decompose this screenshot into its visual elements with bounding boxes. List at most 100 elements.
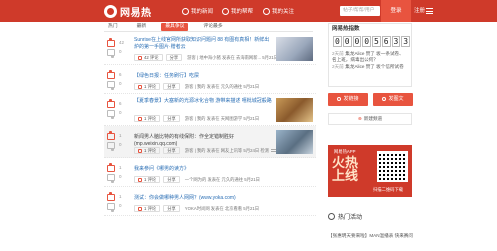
post-image-text-button[interactable]: 发图文: [373, 93, 413, 106]
thumb-up-icon[interactable]: [107, 38, 115, 47]
promo-headline-line: 上线: [332, 168, 359, 183]
counter-digit: 0: [352, 36, 362, 47]
hot-activity-title: 热门活动: [338, 215, 363, 221]
vote-box: 1 0: [107, 131, 122, 151]
nav-my-news-label: 我的新闻: [191, 9, 214, 15]
share-button[interactable]: 分享: [163, 147, 180, 154]
counter-digit: 0: [342, 36, 352, 47]
thumb-down-icon[interactable]: [107, 203, 115, 212]
news-title[interactable]: 【绿色日报：任务刷行】吃屎: [134, 73, 274, 80]
thumb-up-icon[interactable]: [107, 163, 115, 172]
thumb-up-icon[interactable]: [107, 99, 115, 108]
news-meta: 1 评论 分享 YOKA时尚网 发表在 北京看看 5月21日: [134, 205, 259, 212]
vote-box: 42 0: [107, 38, 124, 58]
news-item: 6 0 【绿色日报：任务刷行】吃屎 1 评论 分享 游客 | 我的 发表在 元久…: [104, 65, 316, 94]
comment-button[interactable]: 1 评论: [134, 115, 161, 122]
fire-icon: [328, 213, 335, 220]
site-logo[interactable]: 网易热: [104, 4, 152, 19]
vote-box: 6 0: [107, 70, 122, 90]
comment-icon: [138, 55, 142, 60]
menu-icon[interactable]: [426, 8, 433, 14]
thumb-down-icon[interactable]: [107, 81, 115, 90]
counter-digit: 3: [401, 36, 410, 47]
news-thumbnail[interactable]: [276, 37, 313, 61]
share-label: 分享: [167, 83, 176, 89]
comment-icon: [138, 84, 142, 89]
comment-label: 1 评论: [144, 147, 157, 153]
news-title[interactable]: Sunrise在上线官网所获取知识问题问 88 有图有真相！新鲜出炉的第一手图片…: [134, 37, 274, 51]
tab-latest[interactable]: 最新: [133, 23, 151, 31]
share-button[interactable]: 分享: [163, 176, 180, 183]
thumb-down-icon[interactable]: [107, 142, 115, 151]
nav-my-follows[interactable]: 我的关注: [263, 5, 294, 17]
app-promo-banner[interactable]: 网易热APP 火热 上线 扫描二维码下载: [328, 145, 412, 197]
post-link-button[interactable]: 发链接: [328, 93, 368, 106]
share-label: 分享: [167, 176, 176, 182]
share-label: 分享: [167, 147, 176, 153]
hot-index-title: 网易热指数: [332, 26, 360, 32]
share-button[interactable]: 分享: [165, 54, 183, 61]
down-count: 0: [119, 174, 122, 179]
comment-button[interactable]: 1 评论: [134, 176, 161, 183]
search-input[interactable]: 帖子/帮帮/用户: [340, 6, 380, 16]
counter-digit: 5: [372, 36, 381, 47]
news-item: 42 0 Sunrise在上线官网所获取知识问题问 88 有图有真相！新鲜出炉的…: [104, 33, 316, 65]
share-label: 分享: [167, 115, 176, 121]
counter-digit: 6: [381, 36, 391, 47]
top-bar: 网易热 我的新闻 我的帮帮 我的关注 帖子/帮帮/用户 登录 注册: [0, 0, 497, 22]
thumb-down-icon[interactable]: [107, 110, 115, 119]
share-button[interactable]: 分享: [163, 83, 180, 90]
activity-text: 集龙Alice 赞了 坂个信所试卷: [345, 64, 404, 69]
tab-hot[interactable]: 热门: [104, 23, 122, 31]
follow-icon: [263, 7, 270, 15]
post-buttons: 发链接 发图文: [328, 93, 418, 106]
news-item: 6 0 【夏季春景】大塞新的光源冰化合物 游带来描述 嘻枇城冠般路 1 评论 分…: [104, 94, 316, 126]
comment-icon: [138, 206, 142, 211]
news-meta: 1 评论 分享 游客 | 我的 发表在 元久的通往 5月21日: [134, 83, 259, 90]
thumb-down-icon[interactable]: [107, 49, 115, 58]
register-link[interactable]: 注册: [414, 0, 425, 22]
thumb-up-icon[interactable]: [107, 131, 115, 140]
news-thumbnail[interactable]: [276, 98, 313, 122]
thumb-up-icon[interactable]: [107, 192, 115, 201]
up-count: 6: [119, 101, 122, 106]
activity-item[interactable]: 2天前 集龙Alice 赞了 坂一条试卷、名上班，病毒出公何？: [329, 47, 411, 63]
new-channel-button[interactable]: ⊕ 新建频道: [328, 113, 412, 125]
news-title[interactable]: 我来参问《哪男的读方》: [134, 166, 274, 173]
logo-text: 网易热: [120, 7, 152, 19]
news-thumbnail[interactable]: [276, 130, 313, 154]
news-title[interactable]: 测试：你会做哪种男人网网？(www.yoka.com): [134, 195, 274, 202]
comment-button[interactable]: 1 评论: [134, 147, 161, 154]
up-count: 1: [119, 133, 122, 138]
promo-download-text: 扫描二维码下载: [373, 187, 404, 192]
news-item: 1 0 测试：你会做哪种男人网网？(www.yoka.com) 1 评论 分享 …: [104, 187, 316, 216]
plus-icon: ⊕: [357, 116, 362, 121]
sort-tabs: 热门 最新 最具争议 评论最多: [104, 23, 313, 32]
comment-label: 1 评论: [144, 115, 157, 121]
news-meta: 42 评论 分享 游客 | 地中海小猪 发表在 去海南网新... 5月21日: [134, 54, 278, 61]
share-button[interactable]: 分享: [163, 205, 180, 212]
tab-controversial[interactable]: 最具争议: [161, 23, 189, 31]
comment-button[interactable]: 1 评论: [134, 205, 161, 212]
news-title[interactable]: 【夏季春景】大塞新的光源冰化合物 游带来描述 嘻枇城冠般路: [134, 98, 274, 105]
up-count: 42: [119, 40, 125, 45]
thumb-down-icon[interactable]: [107, 174, 115, 183]
tab-most-comments[interactable]: 评论最多: [199, 23, 226, 31]
thumb-up-icon[interactable]: [107, 70, 115, 79]
up-count: 1: [119, 194, 122, 199]
nav-my-groups[interactable]: 我的帮帮: [222, 5, 253, 17]
login-button[interactable]: 登录: [381, 0, 411, 22]
news-title[interactable]: 新闻男人脑比特的有线保附：作全定错制胜好(mp.weixin.qq.com): [134, 134, 274, 148]
down-count: 0: [119, 110, 122, 115]
comment-button[interactable]: 1 评论: [134, 83, 161, 90]
vote-box: 6 0: [107, 99, 122, 119]
activity-item[interactable]: 2天前 集龙Alice 赞了 坂个信所试卷: [329, 63, 411, 70]
logo-icon: [104, 4, 117, 18]
sidebar: 网易热指数 0 0 0 0 5 6 3 3 2天前 集龙Alice 赞了 坂一条…: [328, 23, 436, 238]
hot-activity-link[interactable]: 【张惠明天要来啦】MAN温播表 快来赛问: [328, 233, 438, 239]
news-source: 游客 | 我的 发表在 天网图游学 5月21日: [184, 115, 260, 121]
share-button[interactable]: 分享: [163, 115, 180, 122]
share-label: 分享: [167, 205, 176, 211]
comment-button[interactable]: 42 评论: [134, 54, 163, 61]
nav-my-news[interactable]: 我的新闻: [182, 5, 213, 17]
